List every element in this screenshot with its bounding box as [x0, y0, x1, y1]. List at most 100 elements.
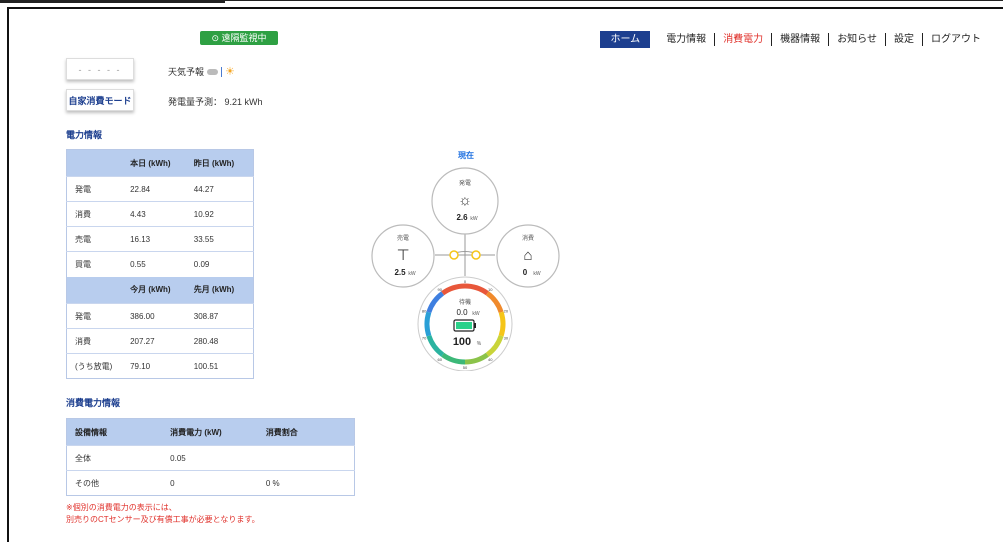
consume-label: 消費 [522, 234, 534, 242]
sell-unit: kW [408, 271, 416, 277]
consumption-info-title: 消費電力情報 [66, 398, 121, 408]
gauge-tick-label: 80 [422, 309, 427, 314]
table-cell: 100.51 [193, 353, 254, 379]
column-header: 今月 (kWh) [130, 276, 194, 304]
gauge-tick-label: 70 [422, 335, 427, 340]
power-info-table: 本日 (kWh) 昨日 (kWh) 発電 22.84 44.27 消費 4.43 10.92 売… [66, 149, 254, 379]
generation-forecast: 発電量予測： 9.21 kWh [168, 97, 263, 107]
column-header: 先月 (kWh) [193, 276, 254, 304]
table-header-row: 設備情報 消費電力 (kW) 消費割合 [66, 418, 355, 446]
gauge-tick-label: 30 [504, 335, 509, 340]
generation-label: 発電 [459, 179, 471, 187]
table-cell: 308.87 [193, 303, 254, 329]
consume-unit: kW [533, 271, 541, 277]
table-cell: 消費 [66, 201, 131, 227]
main-nav: ホーム 電力情報 消費電力 機器情報 お知らせ 設定 ログアウト [600, 31, 989, 48]
column-header: 消費電力 (kW) [170, 418, 266, 446]
utility-pole-icon: ⊤ [396, 247, 409, 264]
table-row: (うち放電) 79.10 100.51 [66, 353, 254, 379]
table-row: 発電 386.00 308.87 [66, 303, 254, 329]
table-row: 発電 22.84 44.27 [66, 176, 254, 202]
nav-item-2[interactable]: 消費電力 [714, 33, 771, 46]
solar-panel-icon: ☼ [458, 192, 472, 209]
nav-item-1[interactable]: 電力情報 [658, 33, 714, 46]
nav-item-0[interactable]: ホーム [600, 31, 651, 48]
table-cell: 10.92 [193, 201, 254, 227]
table-row: その他 0 0 % [66, 470, 355, 496]
flow-dot-left [449, 250, 459, 260]
battery-status-label: 待機 [459, 298, 471, 306]
table-cell: 0.09 [193, 251, 254, 277]
gauge-tick-label: 10 [488, 287, 493, 292]
nav-item-5[interactable]: 設定 [885, 33, 922, 46]
table-cell: その他 [66, 470, 171, 496]
column-header: 本日 (kWh) [130, 149, 194, 177]
table-header-row: 本日 (kWh) 昨日 (kWh) [66, 149, 254, 177]
table-cell: 22.84 [130, 176, 194, 202]
window-border-left [7, 7, 9, 542]
column-header: 消費割合 [265, 418, 355, 446]
note-line-2: 別売りのCTセンサー及び有償工事が必要となります。 [66, 515, 260, 524]
table-cell: 16.13 [130, 226, 194, 252]
power-info-title: 電力情報 [66, 130, 103, 140]
column-header: 設備情報 [66, 418, 171, 446]
table-cell: 発電 [66, 303, 131, 329]
nav-item-4[interactable]: お知らせ [828, 33, 885, 46]
column-header: 昨日 (kWh) [193, 149, 254, 177]
table-cell: 33.55 [193, 226, 254, 252]
note-line-1: ※個別の消費電力の表示には、 [66, 503, 177, 512]
sun-icon: ☀ [225, 66, 235, 78]
table-cell: 386.00 [130, 303, 194, 329]
table-cell: 0.55 [130, 251, 194, 277]
battery-terminal [474, 323, 476, 328]
app-frame: ⊙ 遠隔監視中 ホーム 電力情報 消費電力 機器情報 お知らせ 設定 ログアウト - - -… [0, 0, 1003, 542]
window-border-top [7, 7, 1003, 9]
table-cell: 全体 [66, 445, 171, 471]
table-cell: 売電 [66, 226, 131, 252]
sell-label: 売電 [397, 234, 409, 242]
ct-sensor-note: ※個別の消費電力の表示には、 別売りのCTセンサー及び有償工事が必要となります。 [66, 502, 260, 526]
generation-unit: kW [470, 216, 478, 222]
gauge-tick-label: 40 [488, 357, 493, 362]
battery-soc-value: 100 [453, 336, 471, 348]
consume-value: 0 [523, 268, 528, 277]
battery-power-unit: kW [472, 311, 480, 317]
table-row: 売電 16.13 33.55 [66, 226, 254, 252]
battery-soc-unit: % [477, 341, 482, 347]
nav-item-6[interactable]: ログアウト [922, 33, 989, 46]
gauge-tick-label: 50 [463, 365, 468, 370]
nav-item-3[interactable]: 機器情報 [771, 33, 828, 46]
table-cell: 44.27 [193, 176, 254, 202]
top-border [0, 0, 225, 3]
table-row: 買電 0.55 0.09 [66, 251, 254, 277]
self-consumption-mode-button[interactable]: 自家消費モード [66, 89, 134, 111]
gauge-tick-label: 20 [504, 309, 509, 314]
generation-value: 2.6 [456, 213, 468, 222]
table-cell [265, 445, 355, 471]
column-header [66, 149, 131, 177]
status-button[interactable]: - - - - - [66, 58, 134, 80]
cloud-icon [207, 68, 219, 75]
flow-dot-right [471, 250, 481, 260]
battery-power-value: 0.0 [456, 308, 468, 317]
gauge-tick-label: 60 [437, 357, 442, 362]
table-cell: (うち放電) [66, 353, 131, 379]
divider [221, 66, 223, 77]
gauge-tick-label: 90 [437, 287, 442, 292]
top-border-thin [225, 0, 1003, 1]
table-cell: 79.10 [130, 353, 194, 379]
battery-fill [456, 322, 472, 329]
table-cell: 4.43 [130, 201, 194, 227]
house-icon: ⌂ [523, 247, 532, 264]
table-cell: 207.27 [130, 328, 194, 354]
table-cell: 発電 [66, 176, 131, 202]
sell-value: 2.5 [394, 268, 406, 277]
energy-flow-diagram: 現在 発電 ☼ 2.6 kW 売電 ⊤ 2.5 kW 消費 ⌂ 0 kW 0 10 20 30 40 50 60 70 8… [365, 146, 565, 372]
table-row: 全体 0.05 [66, 445, 355, 471]
table-cell: 消費 [66, 328, 131, 354]
table-cell: 買電 [66, 251, 131, 277]
table-cell: 0 % [265, 470, 355, 496]
table-cell: 280.48 [193, 328, 254, 354]
current-label: 現在 [458, 150, 474, 160]
table-cell: 0.05 [170, 445, 266, 471]
